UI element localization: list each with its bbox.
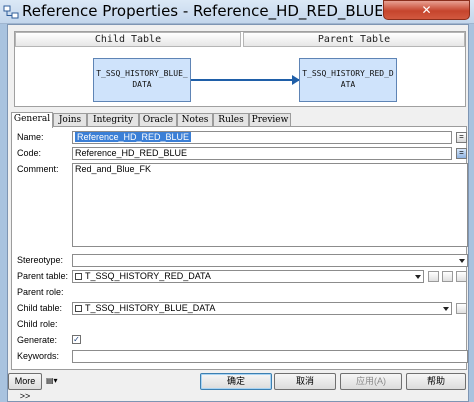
name-field[interactable]: Reference_HD_RED_BLUE bbox=[72, 131, 452, 144]
more-button[interactable]: More >> bbox=[8, 373, 42, 401]
reference-arrow bbox=[191, 79, 299, 81]
reference-icon bbox=[3, 5, 19, 19]
parent-table-label: Parent table: bbox=[17, 271, 69, 281]
tab-integrity[interactable]: Integrity bbox=[87, 113, 139, 127]
tab-notes[interactable]: Notes bbox=[177, 113, 213, 127]
child-table-select[interactable]: T_SSQ_HISTORY_BLUE_DATA bbox=[72, 302, 452, 315]
table-icon bbox=[75, 273, 82, 280]
help-button[interactable]: 帮助 bbox=[406, 373, 466, 390]
tab-general[interactable]: General bbox=[11, 112, 53, 128]
close-button[interactable]: ✕ bbox=[383, 0, 470, 20]
name-label: Name: bbox=[17, 132, 44, 142]
chevron-down-icon bbox=[443, 307, 449, 311]
title-bar: Reference Properties - Reference_HD_RED_… bbox=[0, 0, 474, 24]
child-table-value: T_SSQ_HISTORY_BLUE_DATA bbox=[85, 303, 216, 313]
stereotype-select[interactable] bbox=[72, 254, 468, 267]
parent-role-label: Parent role: bbox=[17, 287, 64, 297]
tab-oracle[interactable]: Oracle bbox=[139, 113, 177, 127]
cancel-button[interactable]: 取消 bbox=[274, 373, 336, 390]
ellipsis-icon[interactable] bbox=[442, 271, 453, 282]
tab-preview[interactable]: Preview bbox=[249, 113, 291, 127]
parent-table-select[interactable]: T_SSQ_HISTORY_RED_DATA bbox=[72, 270, 424, 283]
comment-textarea[interactable]: Red_and_Blue_FK bbox=[72, 163, 468, 247]
window-title: Reference Properties - Reference_HD_RED_… bbox=[22, 2, 382, 20]
create-icon[interactable] bbox=[428, 271, 439, 282]
child-table-label: Child table: bbox=[17, 303, 63, 313]
code-label: Code: bbox=[17, 148, 42, 158]
general-panel: Name: Reference_HD_RED_BLUE = Code: Refe… bbox=[11, 126, 468, 370]
generate-checkbox[interactable]: ✓ bbox=[72, 335, 81, 344]
stereotype-label: Stereotype: bbox=[17, 255, 64, 265]
child-table-header: Child Table bbox=[15, 32, 241, 47]
generate-label: Generate: bbox=[17, 335, 58, 345]
parent-table-header: Parent Table bbox=[243, 32, 465, 47]
chevron-down-icon bbox=[459, 259, 465, 263]
child-role-label: Child role: bbox=[17, 319, 58, 329]
name-equals-button[interactable]: = bbox=[456, 132, 467, 143]
chevron-down-icon bbox=[415, 275, 421, 279]
name-value: Reference_HD_RED_BLUE bbox=[75, 132, 192, 142]
reference-diagram: Child Table Parent Table T_SSQ_HISTORY_B… bbox=[14, 31, 466, 107]
parent-table-value: T_SSQ_HISTORY_RED_DATA bbox=[85, 271, 211, 281]
apply-button[interactable]: 应用(A) bbox=[340, 373, 402, 390]
comment-label: Comment: bbox=[17, 164, 59, 174]
dialog-window: Child Table Parent Table T_SSQ_HISTORY_B… bbox=[7, 24, 469, 402]
child-table-box[interactable]: T_SSQ_HISTORY_BLUE_DATA bbox=[93, 58, 191, 102]
keywords-label: Keywords: bbox=[17, 351, 60, 361]
parent-table-box[interactable]: T_SSQ_HISTORY_RED_DATA bbox=[299, 58, 397, 102]
menu-dropdown-icon[interactable]: ▤▾ bbox=[46, 376, 60, 388]
table-icon bbox=[75, 305, 82, 312]
keywords-field[interactable] bbox=[72, 350, 468, 363]
ok-button[interactable]: 确定 bbox=[200, 373, 272, 390]
tab-joins[interactable]: Joins bbox=[53, 113, 87, 127]
close-icon: ✕ bbox=[421, 3, 432, 17]
tab-rules[interactable]: Rules bbox=[213, 113, 249, 127]
properties-icon[interactable] bbox=[456, 271, 467, 282]
code-equals-button[interactable]: = bbox=[456, 148, 467, 159]
code-field[interactable]: Reference_HD_RED_BLUE bbox=[72, 147, 452, 160]
properties-icon[interactable] bbox=[456, 303, 467, 314]
